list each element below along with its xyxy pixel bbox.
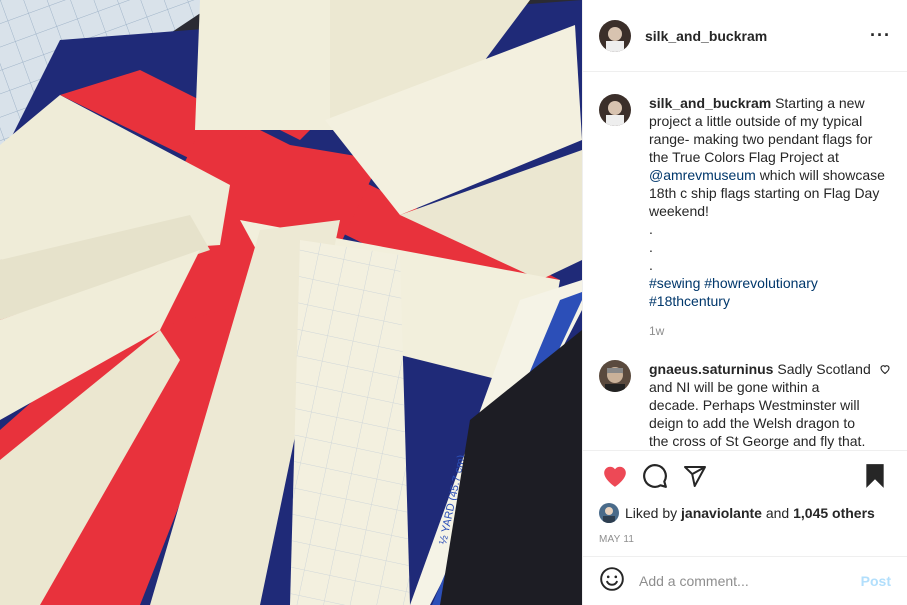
post-header: silk_and_buckram ··· <box>583 0 907 72</box>
comment-like-heart-icon[interactable] <box>879 362 891 380</box>
save-bookmark-icon[interactable] <box>855 456 895 496</box>
instagram-post: ½ YARD (45.7 cm) silk_and_buckram ··· si… <box>0 0 907 605</box>
caption-dot: . <box>649 221 653 237</box>
caption-dot: . <box>649 257 653 273</box>
commenter-username[interactable]: gnaeus.saturninus <box>649 361 773 377</box>
like-heart-icon[interactable] <box>595 456 635 496</box>
emoji-smiley-icon[interactable] <box>599 566 625 597</box>
comments-section[interactable]: silk_and_buckram Starting a new project … <box>583 72 907 450</box>
hashtag-link[interactable]: #18thcentury <box>649 292 891 310</box>
likes-summary: Liked by janaviolante and 1,045 others <box>583 500 907 526</box>
author-username[interactable]: silk_and_buckram <box>645 28 870 44</box>
author-avatar[interactable] <box>599 19 631 52</box>
liked-by-user[interactable]: janaviolante <box>681 505 762 521</box>
comment-text: gnaeus.saturninus Sadly Scotland and NI … <box>649 360 871 450</box>
post-side-panel: silk_and_buckram ··· silk_and_buckram St… <box>582 0 907 605</box>
commenter-avatar[interactable] <box>599 360 631 392</box>
mention-link[interactable]: @amrevmuseum <box>649 167 756 183</box>
caption-dot: . <box>649 239 653 255</box>
share-paper-plane-icon[interactable] <box>675 456 715 496</box>
liked-by-others[interactable]: 1,045 others <box>793 505 875 521</box>
post-comment-button[interactable]: Post <box>861 573 891 589</box>
flag-photo-image: ½ YARD (45.7 cm) <box>0 0 582 605</box>
more-options-icon[interactable]: ··· <box>870 25 891 46</box>
hashtag-links[interactable]: #sewing #howrevolutionary <box>649 274 891 292</box>
caption-avatar[interactable] <box>599 94 631 126</box>
liker-avatar[interactable] <box>599 503 619 523</box>
liked-by-and: and <box>765 505 790 521</box>
liked-by-prefix: Liked by <box>625 505 678 521</box>
comment-item: gnaeus.saturninus Sadly Scotland and NI … <box>599 360 891 450</box>
caption-text: silk_and_buckram Starting a new project … <box>649 94 891 310</box>
add-comment-input[interactable] <box>639 573 861 589</box>
caption-username[interactable]: silk_and_buckram <box>649 95 771 111</box>
action-bar <box>583 450 907 500</box>
caption-time[interactable]: 1w <box>649 324 891 338</box>
add-comment-bar: Post <box>583 556 907 605</box>
caption: silk_and_buckram Starting a new project … <box>599 94 891 310</box>
post-date[interactable]: MAY 11 <box>583 526 907 556</box>
comment-bubble-icon[interactable] <box>635 456 675 496</box>
post-photo[interactable]: ½ YARD (45.7 cm) <box>0 0 582 605</box>
